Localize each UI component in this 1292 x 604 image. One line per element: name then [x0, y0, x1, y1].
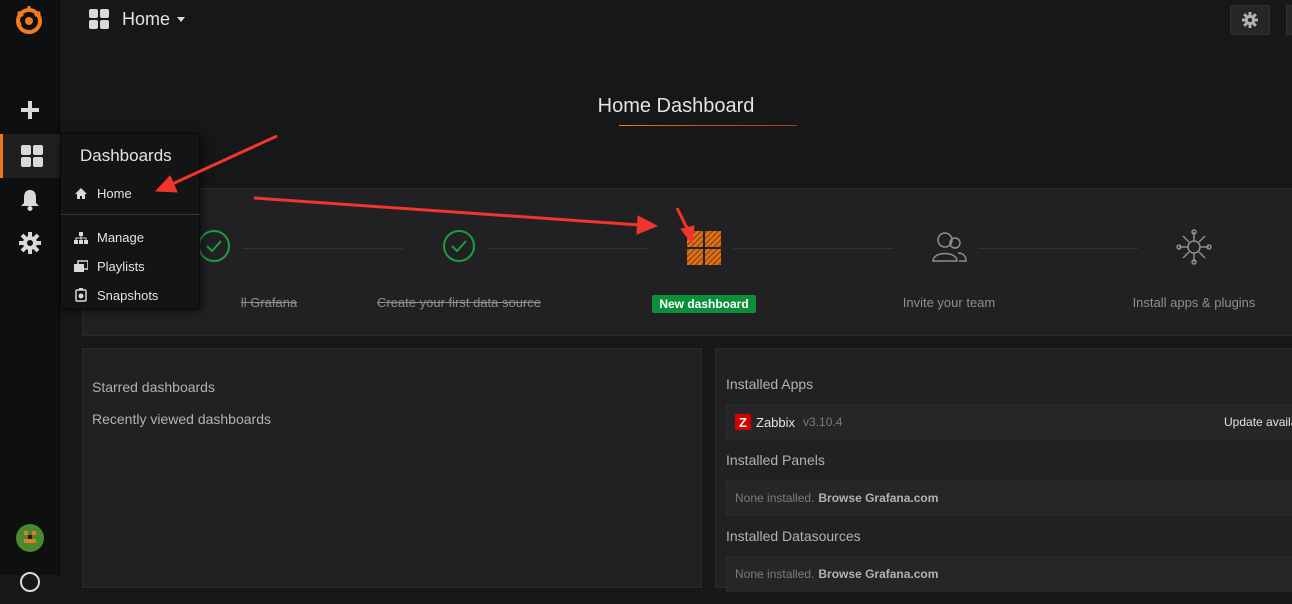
datasources-empty-row: None installed. Browse Grafana.com	[726, 556, 1292, 592]
caret-down-icon	[177, 17, 186, 22]
dashboard-title: Home	[122, 8, 171, 29]
app-row-zabbix[interactable]: Z Zabbix v3.10.4 Update availa	[726, 404, 1292, 440]
none-installed-text: None installed.	[735, 491, 815, 505]
view-mode-button[interactable]	[1286, 5, 1292, 35]
step-label: Invite your team	[902, 295, 996, 310]
dropdown-title[interactable]: Dashboards	[61, 134, 201, 178]
browse-grafana-link[interactable]: Browse Grafana.com	[818, 567, 938, 581]
app-name: Zabbix	[756, 414, 796, 430]
app-version: v3.10.4	[803, 415, 843, 429]
installed-panels-heading: Installed Panels	[726, 452, 825, 468]
menu-item-label: Playlists	[97, 258, 145, 274]
plugin-list-panel: Installed Apps Z Zabbix v3.10.4 Update a…	[715, 348, 1292, 592]
home-icon	[73, 187, 89, 200]
users-icon	[930, 229, 968, 268]
installed-datasources-heading: Installed Datasources	[726, 528, 861, 544]
dashboard-list-panel: Starred dashboards Recently viewed dashb…	[82, 348, 702, 588]
menu-item-snapshots[interactable]: Snapshots	[61, 281, 201, 309]
menu-divider	[61, 214, 201, 215]
new-dashboard-button[interactable]: New dashboard	[652, 295, 756, 313]
side-menu	[0, 0, 60, 592]
none-installed-text: None installed.	[735, 567, 815, 581]
snapshot-icon	[73, 288, 89, 302]
help-icon[interactable]	[0, 560, 60, 604]
installed-apps-heading: Installed Apps	[726, 376, 814, 392]
menu-item-playlists[interactable]: Playlists	[61, 252, 201, 280]
step-create-datasource[interactable]: Create your first data source	[349, 189, 569, 337]
page-title: Home Dashboard	[597, 95, 755, 117]
dashboard-grid-orange-icon	[685, 229, 723, 272]
title-underline	[619, 125, 797, 126]
step-new-dashboard[interactable]: New dashboard	[594, 189, 814, 337]
gear-icon	[1242, 12, 1258, 28]
getting-started-panel: ll Grafana Create your first data source…	[82, 188, 1292, 336]
top-navbar: Home	[60, 0, 1292, 42]
configuration-gear-icon[interactable]	[0, 221, 60, 265]
dashboard-settings-button[interactable]	[1230, 5, 1270, 35]
sitemap-icon	[73, 231, 89, 244]
dashboard-picker[interactable]: Home	[88, 8, 188, 30]
check-circle-icon	[197, 229, 231, 268]
create-menu-plus-icon[interactable]	[0, 88, 60, 132]
menu-item-label: Manage	[97, 229, 144, 245]
plugins-icon	[1176, 229, 1212, 270]
dashboards-menu-icon[interactable]	[0, 134, 60, 178]
panels-empty-row: None installed. Browse Grafana.com	[726, 480, 1292, 516]
step-invite-team[interactable]: Invite your team	[839, 189, 1059, 337]
dashboard-grid-icon	[89, 9, 109, 29]
grafana-logo-icon[interactable]	[14, 4, 44, 41]
menu-item-home[interactable]: Home	[61, 179, 201, 207]
menu-item-label: Home	[97, 185, 132, 201]
menu-item-label: Snapshots	[97, 287, 159, 303]
user-avatar[interactable]	[0, 516, 60, 560]
browse-grafana-link[interactable]: Browse Grafana.com	[818, 491, 938, 505]
dashboards-dropdown-menu: Dashboards Home Manage Playlists Snapsho…	[60, 133, 201, 309]
starred-dashboards-heading: Starred dashboards	[92, 379, 215, 395]
step-label: Install apps & plugins	[1132, 295, 1256, 310]
alerting-bell-icon[interactable]	[0, 178, 60, 222]
check-circle-icon	[442, 229, 476, 268]
step-label: Create your first data source	[376, 295, 542, 310]
menu-item-manage[interactable]: Manage	[61, 223, 201, 251]
update-available-link[interactable]: Update availa	[1224, 415, 1292, 429]
zabbix-logo-icon: Z	[735, 414, 751, 430]
recent-dashboards-heading: Recently viewed dashboards	[92, 411, 271, 427]
playlist-icon	[73, 259, 89, 273]
step-install-plugins[interactable]: Install apps & plugins	[1084, 189, 1292, 337]
